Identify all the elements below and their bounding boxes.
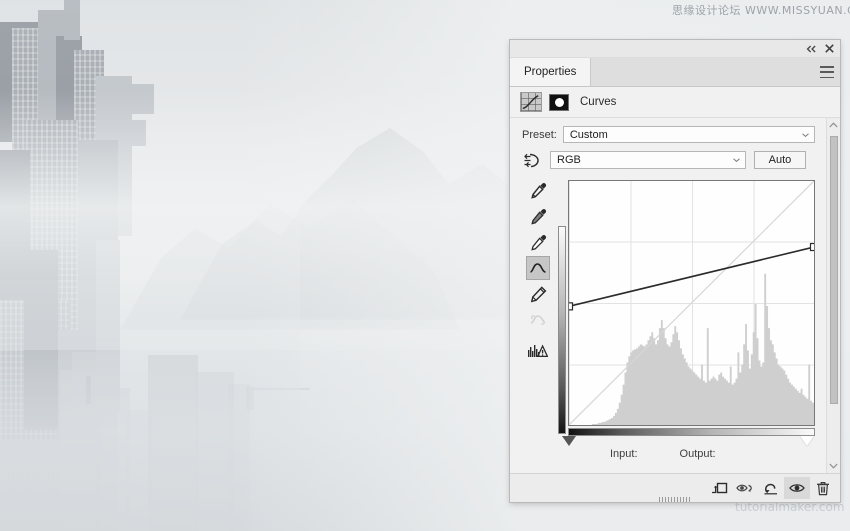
smooth-curve-values xyxy=(526,308,550,332)
curve-glyph-icon xyxy=(522,95,539,110)
reset-to-adjustment-defaults-button[interactable] xyxy=(758,477,784,499)
layer-mask-thumbnail[interactable] xyxy=(549,93,569,111)
edit-points-to-modify-curve[interactable] xyxy=(526,256,550,280)
adjustment-header: Curves xyxy=(510,87,840,118)
smooth-curve-icon xyxy=(530,315,546,325)
eye-previous-state-icon xyxy=(735,484,752,492)
curves-adjustment-icon[interactable] xyxy=(520,92,542,112)
on-image-adjustment-icon xyxy=(523,153,539,167)
channel-row: RGB Auto xyxy=(510,143,840,170)
watermark-bottom: tutorialmaker.com xyxy=(735,500,845,514)
sample-in-image-to-set-black-point[interactable] xyxy=(526,178,550,202)
curves-display-options[interactable] xyxy=(526,338,550,362)
panel-menu-button[interactable] xyxy=(820,66,834,78)
collapse-panel-button[interactable] xyxy=(804,42,818,55)
graph-plot xyxy=(569,181,814,425)
output-label: Output: xyxy=(679,448,716,460)
delete-adjustment-layer-button[interactable] xyxy=(810,477,836,499)
channel-value: RGB xyxy=(557,154,581,166)
panel-body: Preset: Custom RGB Auto Input: Output: xyxy=(510,118,840,473)
curve-control-point[interactable] xyxy=(809,242,815,252)
eyedropper-black-icon xyxy=(530,182,546,199)
on-image-adjustment-button[interactable] xyxy=(522,150,542,170)
auto-button[interactable]: Auto xyxy=(754,151,806,169)
preset-row: Preset: Custom xyxy=(510,118,840,143)
watermark-top: 思缘设计论坛 WWW.MISSYUAN.COM xyxy=(672,4,850,17)
clip-to-layer-icon xyxy=(711,482,727,494)
tab-properties[interactable]: Properties xyxy=(510,58,592,86)
chevron-down-icon xyxy=(802,132,809,137)
pencil-icon xyxy=(530,285,546,302)
chevron-down-icon xyxy=(829,463,838,469)
panel-menu-icon xyxy=(820,66,834,68)
curves-tool-strip xyxy=(524,178,552,362)
scrollbar-thumb[interactable] xyxy=(830,136,838,404)
curves-graph[interactable] xyxy=(568,180,815,426)
input-output-row: Input: Output: xyxy=(558,448,818,460)
panel-tab-row: Properties xyxy=(510,58,840,87)
clip-to-layer-button[interactable] xyxy=(706,477,732,499)
panel-titlebar xyxy=(510,40,840,58)
reset-arrow-icon xyxy=(764,483,777,495)
chevron-up-icon xyxy=(829,122,838,128)
eye-icon xyxy=(789,484,805,492)
scroll-up-button[interactable] xyxy=(827,118,840,132)
eyedropper-white-icon xyxy=(530,234,546,251)
black-point-slider[interactable] xyxy=(562,436,576,446)
close-icon xyxy=(824,44,834,53)
adjustment-title: Curves xyxy=(580,96,617,108)
properties-panel: Properties Curves Preset: Custom RGB Aut… xyxy=(510,40,840,502)
histogram xyxy=(591,273,814,425)
tab-properties-label: Properties xyxy=(524,66,577,78)
panel-scrollbar[interactable] xyxy=(826,118,840,473)
sample-in-image-to-set-white-point[interactable] xyxy=(526,230,550,254)
channel-select[interactable]: RGB xyxy=(550,151,746,169)
chevron-down-icon xyxy=(733,158,740,162)
input-label: Input: xyxy=(610,448,638,460)
toggle-layer-visibility-previous-state-button[interactable] xyxy=(732,477,758,499)
scrollbar-track[interactable] xyxy=(829,132,838,459)
auto-button-label: Auto xyxy=(768,154,792,166)
eyedropper-gray-icon xyxy=(530,208,546,225)
close-panel-button[interactable] xyxy=(822,42,836,55)
curve-line xyxy=(569,246,814,308)
toggle-layer-visibility-button[interactable] xyxy=(784,477,810,499)
curve-point-tool-icon xyxy=(530,263,546,273)
histogram-warning-icon xyxy=(528,343,548,357)
white-point-slider[interactable] xyxy=(800,436,814,446)
output-gradient-bar xyxy=(558,226,566,434)
preset-label: Preset: xyxy=(522,128,557,141)
foreground-haze xyxy=(0,0,300,531)
preset-value: Custom xyxy=(569,128,608,141)
draw-to-modify-curve[interactable] xyxy=(526,282,550,306)
curve-control-point[interactable] xyxy=(569,302,574,311)
sample-in-image-to-set-gray-point[interactable] xyxy=(526,204,550,228)
preset-select[interactable]: Custom xyxy=(562,126,815,143)
trash-icon xyxy=(817,481,829,495)
scroll-down-button[interactable] xyxy=(827,459,840,473)
panel-resize-grip[interactable] xyxy=(659,497,691,502)
input-gradient-bar xyxy=(568,428,815,436)
double-chevron-left-icon xyxy=(806,45,816,52)
